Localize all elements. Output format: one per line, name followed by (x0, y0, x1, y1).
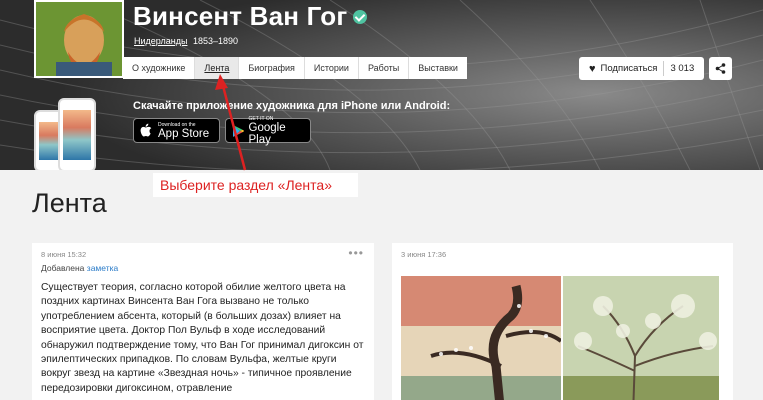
subscribe-label: Подписаться (600, 63, 658, 74)
heart-icon: ♥ (589, 62, 596, 75)
artist-avatar[interactable] (34, 0, 124, 78)
phone-image-front (58, 98, 96, 170)
tab-biography[interactable]: Биография (239, 57, 305, 79)
googleplay-button[interactable]: GET IT ON Google Play (225, 116, 311, 146)
artist-name: Винсент Ван Гог (133, 1, 368, 32)
artist-tabs: О художнике Лента Биография Истории Рабо… (123, 57, 467, 79)
post-timestamp: 3 июня 17:36 (401, 250, 447, 259)
appstore-button[interactable]: Download on the App Store (133, 118, 220, 143)
post-type-prefix: Добавлена (41, 263, 85, 273)
subscriber-count: 3 013 (663, 61, 694, 76)
note-link[interactable]: заметка (87, 263, 118, 273)
googleplay-big-text: Google Play (248, 121, 286, 146)
painting-image[interactable] (401, 276, 561, 400)
apple-icon (140, 123, 152, 137)
page-title: Лента (32, 188, 107, 218)
artist-years: 1853–1890 (192, 36, 239, 46)
annotation-callout: Выберите раздел «Лента» (153, 173, 358, 197)
app-download-text: Скачайте приложение художника для iPhone… (133, 100, 451, 112)
share-icon (715, 63, 726, 74)
artist-name-text: Винсент Ван Гог (133, 1, 348, 31)
subscribe-button[interactable]: ♥ Подписаться 3 013 (579, 57, 704, 80)
google-play-icon (233, 124, 244, 137)
artist-country[interactable]: Нидерланды (134, 36, 187, 46)
artist-header: Винсент Ван Гог Нидерланды 1853–1890 О х… (0, 0, 763, 170)
share-button[interactable] (709, 57, 732, 80)
post-timestamp: 8 июня 15:32 (41, 250, 87, 259)
tab-works[interactable]: Работы (359, 57, 410, 79)
artist-meta: Нидерланды 1853–1890 (134, 36, 238, 46)
painting-image[interactable] (563, 276, 719, 400)
feed-card: 3 июня 17:36 (392, 243, 733, 400)
tab-feed[interactable]: Лента (195, 57, 240, 79)
post-type-line: Добавлена заметка (41, 263, 118, 273)
appstore-big-text: App Store (158, 127, 210, 140)
more-options-icon[interactable]: ••• (348, 246, 364, 260)
feed-card: 8 июня 15:32 ••• Добавлена заметка Сущес… (32, 243, 374, 400)
tab-stories[interactable]: Истории (305, 57, 359, 79)
tab-about[interactable]: О художнике (123, 57, 196, 79)
tab-exhibitions[interactable]: Выставки (409, 57, 467, 79)
post-body: Существует теория, согласно которой обил… (41, 282, 364, 394)
verified-icon (353, 9, 368, 24)
